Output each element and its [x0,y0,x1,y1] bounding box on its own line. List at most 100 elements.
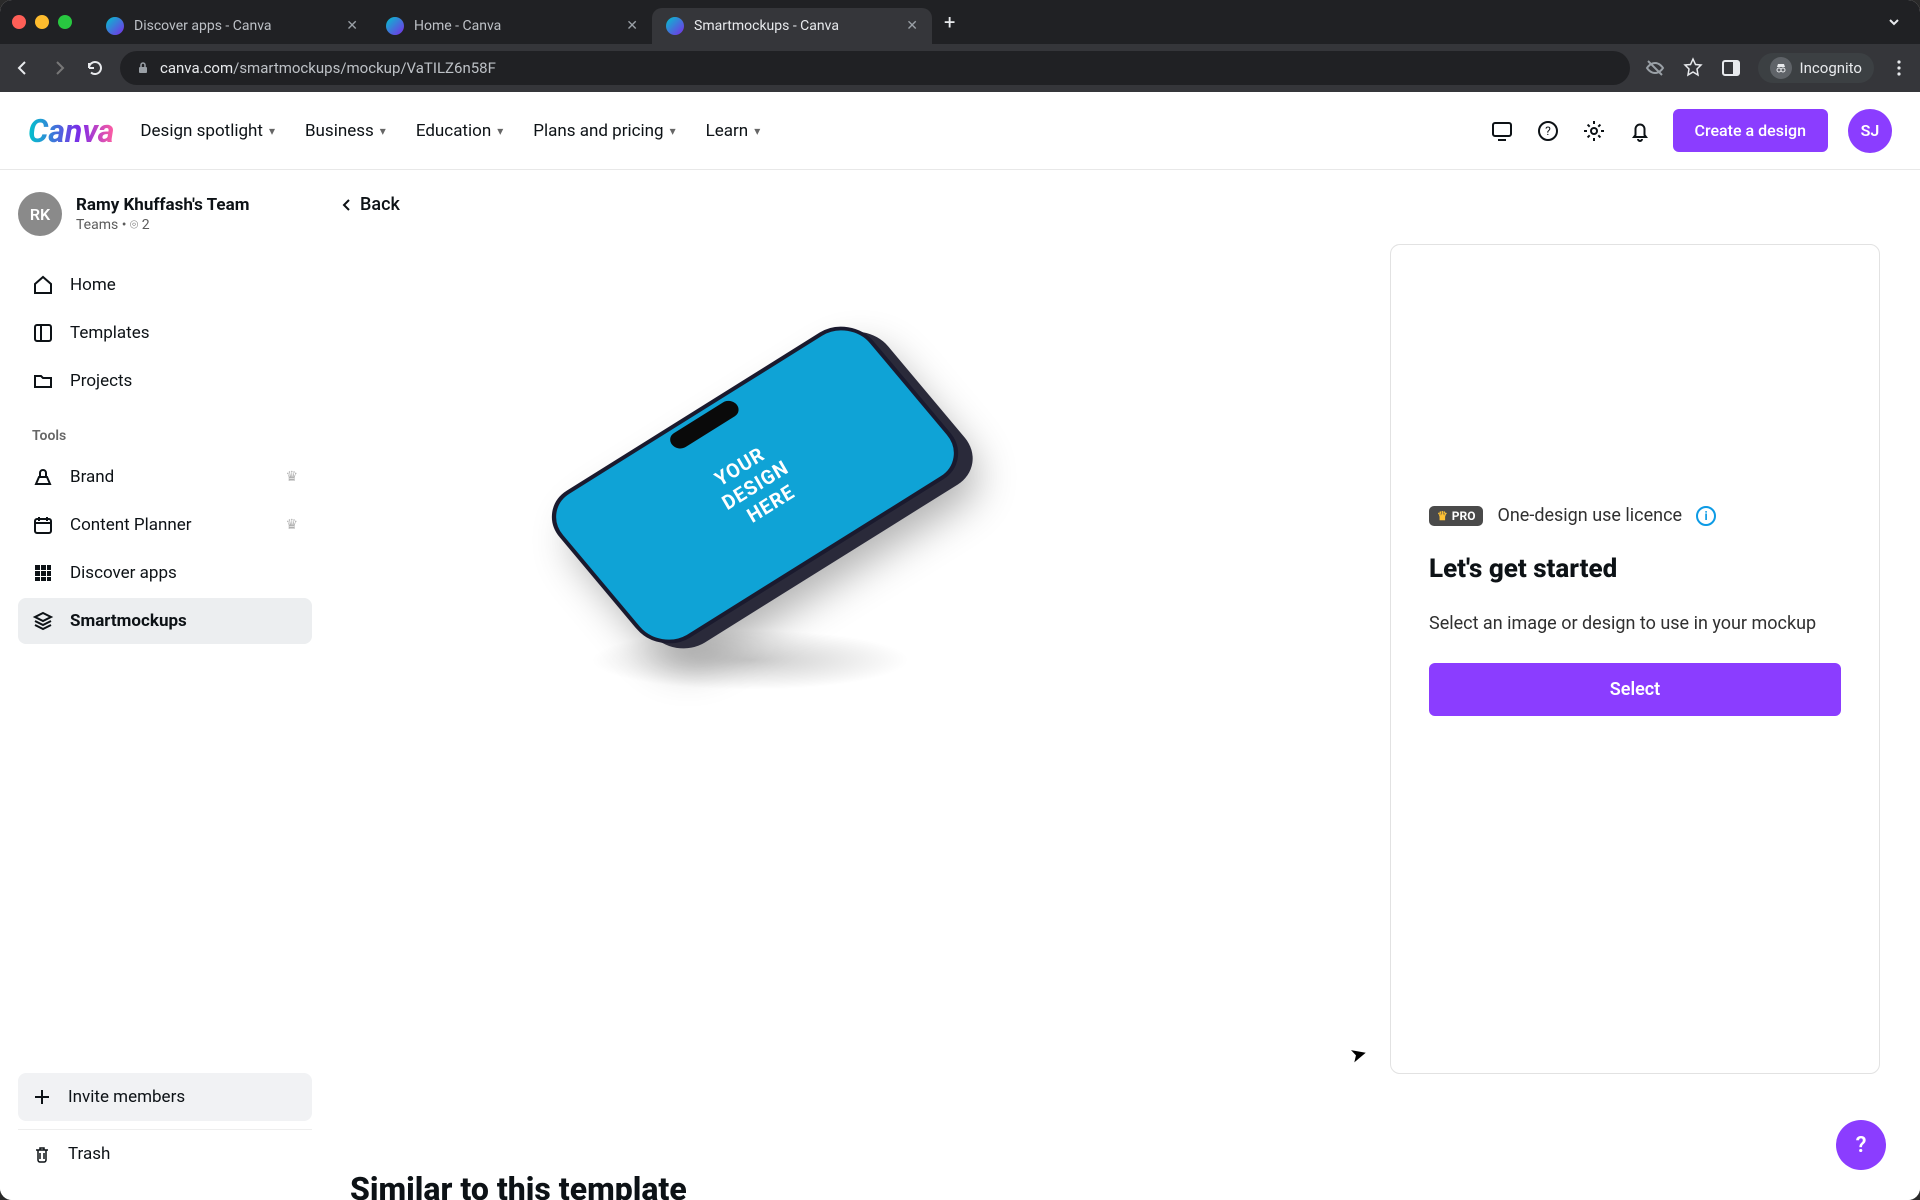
close-tab-icon[interactable]: ✕ [906,18,918,34]
browser-toolbar: canva.com/smartmockups/mockup/VaTILZ6n58… [0,44,1920,92]
incognito-indicator[interactable]: Incognito [1758,53,1874,83]
url-domain: canva.com [160,59,233,77]
info-icon[interactable]: i [1696,506,1716,526]
sidebar-item-templates[interactable]: Templates [18,310,312,356]
crown-icon: ♛ [285,469,298,485]
sidebar-item-label: Projects [70,371,132,391]
tab-smartmockups[interactable]: Smartmockups - Canva ✕ [652,8,932,44]
home-icon [32,274,54,296]
url-path: /smartmockups/mockup/VaTILZ6n58F [233,59,496,77]
create-design-button[interactable]: Create a design [1673,109,1829,152]
chevron-down-icon: ▾ [497,124,503,138]
back-button[interactable] [12,57,34,79]
team-avatar: RK [18,192,62,236]
close-tab-icon[interactable]: ✕ [346,18,358,34]
team-name: Ramy Khuffash's Team [76,195,249,215]
crown-icon: ♛ [1437,509,1448,523]
side-panel-icon[interactable] [1720,57,1742,79]
sidebar-item-home[interactable]: Home [18,262,312,308]
sidebar-item-content-planner[interactable]: Content Planner ♛ [18,502,312,548]
invite-label: Invite members [68,1087,185,1107]
licence-text: One-design use licence [1497,505,1682,526]
chevron-down-icon: ▾ [754,124,760,138]
select-button[interactable]: Select [1429,663,1841,716]
phone-mockup: YOUR DESIGN HERE [536,313,973,656]
svg-text:?: ? [1545,124,1551,138]
help-icon[interactable]: ? [1535,118,1561,144]
team-subtext: Teams • ⌾ 2 [76,217,249,233]
new-tab-button[interactable]: + [944,10,955,34]
tab-label: Smartmockups - Canva [694,18,896,34]
panel-heading: Let's get started [1429,554,1841,584]
eye-off-icon[interactable] [1644,57,1666,79]
sidebar-item-label: Brand [70,467,114,487]
nav-business[interactable]: Business▾ [305,121,386,141]
lock-icon [136,61,150,75]
bookmark-star-icon[interactable] [1682,57,1704,79]
sidebar-item-label: Smartmockups [70,611,187,631]
address-bar[interactable]: canva.com/smartmockups/mockup/VaTILZ6n58… [120,51,1630,85]
sidebar-item-projects[interactable]: Projects [18,358,312,404]
forward-button[interactable] [48,57,70,79]
invite-members-button[interactable]: Invite members [18,1073,312,1121]
phone-notch-icon [666,398,742,452]
tab-label: Home - Canva [414,18,616,34]
back-label: Back [360,194,400,215]
help-fab-button[interactable]: ? [1836,1120,1886,1170]
sidebar-item-trash[interactable]: Trash [18,1129,312,1178]
window-controls[interactable] [12,15,72,29]
nav-plans-pricing[interactable]: Plans and pricing▾ [533,121,675,141]
user-avatar[interactable]: SJ [1848,109,1892,153]
folder-icon [32,370,54,392]
back-button[interactable]: Back [340,194,400,215]
sidebar-item-label: Content Planner [70,515,192,535]
canva-favicon-icon [386,17,404,35]
plus-icon [32,1087,52,1107]
reload-button[interactable] [84,57,106,79]
nav-design-spotlight[interactable]: Design spotlight▾ [140,121,275,141]
close-window-icon[interactable] [12,15,26,29]
templates-icon [32,322,54,344]
mockup-preview: YOUR DESIGN HERE [530,320,1010,690]
sidebar-item-discover-apps[interactable]: Discover apps [18,550,312,596]
sidebar-item-smartmockups[interactable]: Smartmockups [18,598,312,644]
tab-list-button[interactable] [1886,14,1902,30]
tab-label: Discover apps - Canva [134,18,336,34]
settings-gear-icon[interactable] [1581,118,1607,144]
nav-education[interactable]: Education▾ [416,121,503,141]
tab-strip: Discover apps - Canva ✕ Home - Canva ✕ S… [92,0,1908,44]
brand-icon [32,466,54,488]
maximize-window-icon[interactable] [58,15,72,29]
minimize-window-icon[interactable] [35,15,49,29]
incognito-icon [1770,57,1792,79]
trash-icon [32,1144,52,1164]
notifications-bell-icon[interactable] [1627,118,1653,144]
desktop-app-icon[interactable] [1489,118,1515,144]
chevron-down-icon: ▾ [380,124,386,138]
nav-learn[interactable]: Learn▾ [706,121,761,141]
crown-icon: ♛ [285,517,298,533]
incognito-label: Incognito [1800,59,1862,77]
chevron-down-icon: ▾ [670,124,676,138]
mockup-options-panel: ♛PRO One-design use licence i Let's get … [1390,244,1880,1074]
tab-home[interactable]: Home - Canva ✕ [372,8,652,44]
sidebar-item-label: Templates [70,323,150,343]
app-header: Canva Design spotlight▾ Business▾ Educat… [0,92,1920,170]
tab-discover-apps[interactable]: Discover apps - Canva ✕ [92,8,372,44]
sidebar-item-label: Discover apps [70,563,177,583]
trash-label: Trash [68,1144,110,1164]
close-tab-icon[interactable]: ✕ [626,18,638,34]
team-switcher[interactable]: RK Ramy Khuffash's Team Teams • ⌾ 2 [18,192,312,236]
similar-heading: Similar to this template [350,1170,687,1200]
chevron-left-icon [340,198,354,212]
main-content: Back YOUR DESIGN HERE [330,170,1920,1200]
sidebar-item-label: Home [70,275,116,295]
canva-logo[interactable]: Canva [28,112,114,150]
kebab-menu-icon[interactable] [1890,59,1908,77]
apps-grid-icon [32,562,54,584]
calendar-icon [32,514,54,536]
panel-body-text: Select an image or design to use in your… [1429,610,1841,637]
sidebar-item-brand[interactable]: Brand ♛ [18,454,312,500]
browser-titlebar: Discover apps - Canva ✕ Home - Canva ✕ S… [0,0,1920,44]
pro-badge: ♛PRO [1429,506,1483,526]
